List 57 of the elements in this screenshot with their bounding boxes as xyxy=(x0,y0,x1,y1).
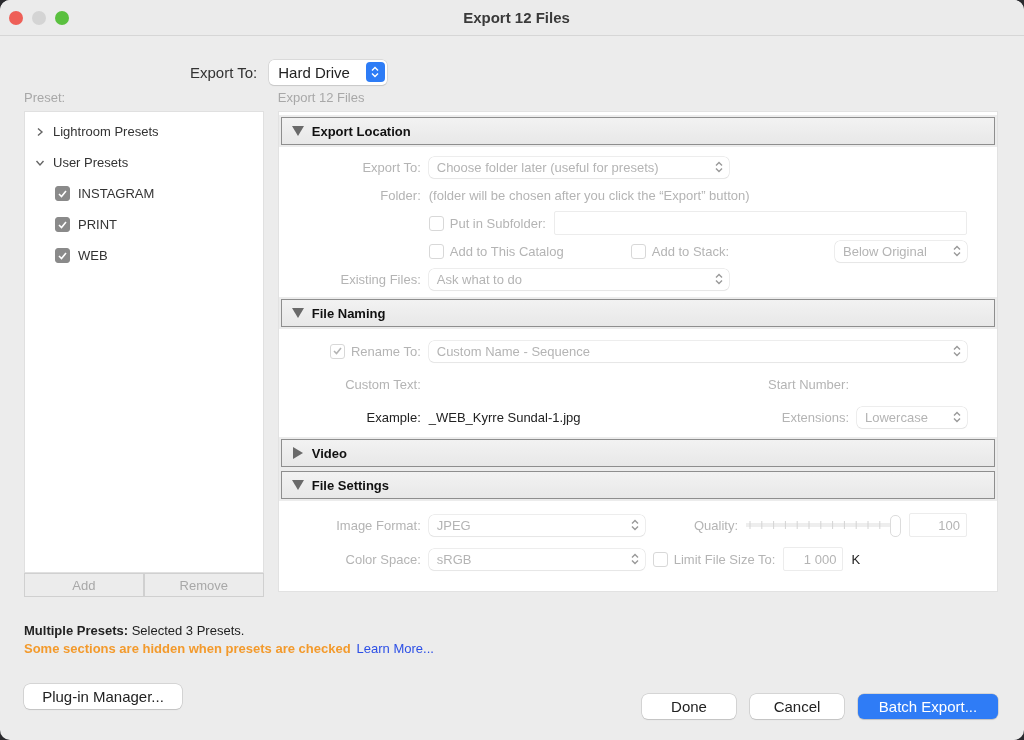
checkbox[interactable] xyxy=(55,248,70,263)
checkbox-label: Limit File Size To: xyxy=(673,551,776,567)
learn-more-link[interactable]: Learn More... xyxy=(356,641,434,656)
chevron-icon xyxy=(953,245,961,257)
preset-label: Preset: xyxy=(24,90,67,107)
section-header[interactable]: Export Location xyxy=(280,117,995,145)
value-text: (folder will be chosen after you click the “Export” button) xyxy=(428,187,750,203)
tree-item[interactable]: WEB xyxy=(78,248,108,263)
chevron-icon xyxy=(953,345,961,357)
chevron-icon xyxy=(714,161,723,173)
zoom-button[interactable] xyxy=(55,10,69,25)
chevron-icon xyxy=(630,553,639,565)
checkmark-icon xyxy=(58,251,67,260)
value-text: _WEB_Kyrre Sundal-1.jpg xyxy=(428,409,581,425)
field-label: Start Number: xyxy=(768,376,849,392)
export-target-dropdown[interactable]: Hard Drive xyxy=(269,59,387,85)
export-to-label: Export To: xyxy=(190,63,258,81)
checkmark-icon xyxy=(332,347,342,355)
dialog-button[interactable]: Cancel xyxy=(750,694,844,719)
checkbox-label: Rename To: xyxy=(350,343,421,359)
field-label: Example: xyxy=(366,409,421,425)
tree-item[interactable]: User Presets xyxy=(53,155,129,170)
tree-item[interactable]: Lightroom Presets xyxy=(53,124,159,139)
chevron-icon xyxy=(371,66,380,78)
checkbox[interactable] xyxy=(55,217,70,232)
tree-item[interactable]: INSTAGRAM xyxy=(78,186,155,201)
value-text: K xyxy=(851,551,861,567)
checkbox-label: Put in Subfolder: xyxy=(449,215,546,231)
checkmark-icon xyxy=(58,220,67,229)
dialog-button[interactable]: Plug-in Manager... xyxy=(24,684,182,709)
section-header[interactable]: File Settings xyxy=(280,471,995,499)
chevron-icon xyxy=(630,519,639,531)
chevron-icon xyxy=(714,273,723,285)
chevron-right-icon[interactable] xyxy=(35,126,45,137)
dialog-button[interactable]: Done xyxy=(642,694,736,719)
checkbox[interactable] xyxy=(55,186,70,201)
field-label: Image Format: xyxy=(336,517,421,533)
window-title: Export 12 Files xyxy=(462,9,571,26)
field-label: Color Space: xyxy=(345,551,421,567)
field-label: Existing Files: xyxy=(340,271,421,287)
field-label: Quality: xyxy=(693,517,738,533)
field-label: Custom Text: xyxy=(345,376,421,392)
section-header[interactable]: Video xyxy=(280,439,995,467)
field-label: Folder: xyxy=(380,187,421,203)
primary-button[interactable]: Batch Export... xyxy=(858,694,998,719)
checkmark-icon xyxy=(58,189,67,198)
field-label: Extensions: xyxy=(781,409,849,425)
checkbox-label: Add to Stack: xyxy=(651,243,730,259)
presets-summary: Multiple Presets: Selected 3 Presets. xyxy=(24,623,246,638)
section-header[interactable]: File Naming xyxy=(280,299,995,327)
warning-text: Some sections are hidden when presets are checked xyxy=(24,641,351,656)
close-button[interactable] xyxy=(9,10,23,25)
tree-item[interactable]: PRINT xyxy=(78,217,117,232)
field-label: Export To: xyxy=(362,159,421,175)
settings-heading: Export 12 Files xyxy=(277,90,366,107)
checkbox-label: Add to This Catalog xyxy=(449,243,564,259)
chevron-icon xyxy=(953,411,961,423)
